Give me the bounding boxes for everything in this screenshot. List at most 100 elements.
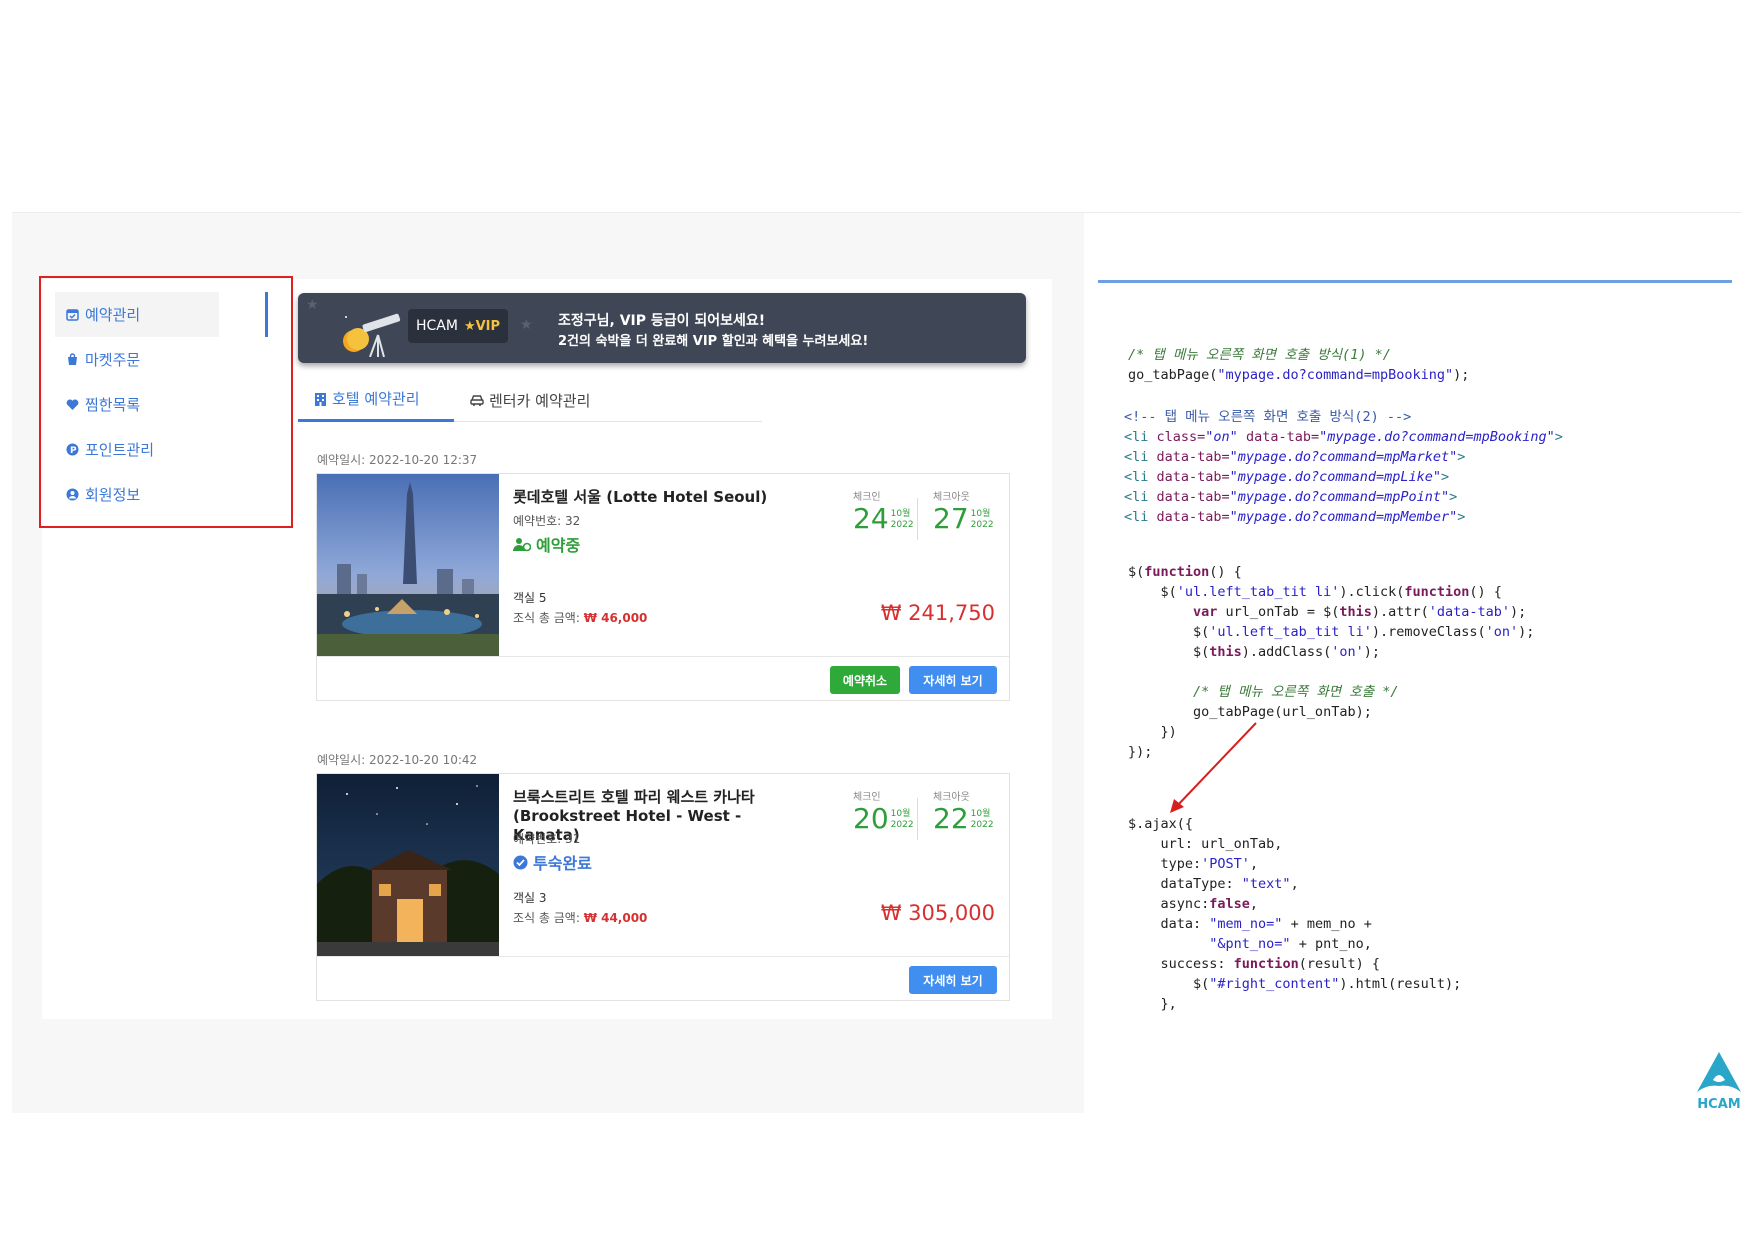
user-check-icon [513, 537, 531, 552]
breakfast-total: 조식 총 금액: ₩ 46,000 [513, 609, 647, 626]
sidebar-item-label: 마켓주문 [85, 351, 141, 369]
sidebar-item-market[interactable]: 마켓주문 [55, 337, 285, 382]
total-price: ₩ 241,750 [880, 601, 995, 625]
room-count: 객실 5 [513, 591, 547, 605]
checkout-month: 10월 [970, 809, 991, 819]
code-punct: ); [1453, 367, 1470, 383]
booking-date: 예약일시: 2022-10-20 12:37 [317, 453, 478, 467]
booking-card: 브룩스트리트 호텔 파리 웨스트 카나타 (Brookstreet Hotel … [316, 773, 1010, 1001]
sidebar-highlight-box: 예약관리 마켓주문 찜한목록 P 포인트관리 회원정보 [39, 276, 293, 528]
checkin-date: 체크인 20 10월 2022 [853, 788, 923, 835]
vip-label: ★VIP [463, 318, 501, 334]
active-indicator [265, 292, 268, 337]
booking-number-value: 31 [565, 832, 581, 846]
mypage-screenshot: 예약관리 마켓주문 찜한목록 P 포인트관리 회원정보 ★ ★ HCAM ★VI… [12, 213, 1084, 1113]
heart-icon [65, 398, 79, 412]
tab-hotel-booking[interactable]: 호텔 예약관리 [298, 378, 454, 422]
shopping-bag-icon [65, 353, 79, 367]
booking-number-label: 예약번호: [513, 514, 566, 528]
code-block-ajax: $.ajax({ url: url_onTab, type:'POST', da… [1128, 816, 1462, 1012]
arrow-icon [1170, 722, 1257, 813]
user-icon [65, 488, 79, 502]
card-divider [317, 656, 1009, 657]
booking-number: 예약번호: 31 [513, 830, 580, 847]
code-block-method-1: /* 탭 메뉴 오른쪽 화면 호출 방식(1) */ go_tabPage("m… [1128, 345, 1469, 385]
star-decoration-icon: ★ [306, 297, 319, 313]
booking-date: 예약일시: 2022-10-20 10:42 [317, 753, 478, 767]
checkin-date: 체크인 24 10월 2022 [853, 488, 923, 535]
sidebar-item-label: 포인트관리 [85, 441, 155, 459]
breakfast-amount: ₩ 44,000 [583, 911, 648, 925]
breakfast-total: 조식 총 금액: ₩ 44,000 [513, 909, 647, 926]
breakfast-label: 조식 총 금액: [513, 911, 584, 925]
booking-number: 예약번호: 32 [513, 512, 580, 529]
hotel-photo-lotte[interactable] [317, 474, 499, 656]
breakfast-amount: ₩ 46,000 [583, 611, 648, 625]
star-decoration-icon: ★ [520, 317, 533, 333]
code-comment: /* 탭 메뉴 오른쪽 화면 호출 방식(1) */ [1128, 347, 1391, 363]
status-label: 투숙완료 [533, 854, 592, 873]
sidebar-item-label: 찜한목록 [85, 396, 141, 414]
code-comment: /* 탭 메뉴 오른쪽 화면 호출 */ [1193, 684, 1399, 700]
code-function: go_tabPage( [1128, 367, 1218, 383]
sidebar-menu: 예약관리 마켓주문 찜한목록 P 포인트관리 회원정보 [55, 292, 285, 517]
card-divider [317, 956, 1009, 957]
sidebar-item-member[interactable]: 회원정보 [55, 472, 285, 517]
checkin-month: 10월 [890, 809, 911, 819]
checkout-day: 22 [933, 802, 969, 835]
vip-banner[interactable]: ★ ★ HCAM ★VIP 조정구님, VIP 등급이 되어보세요! 2건의 숙… [298, 293, 1026, 363]
checkout-year: 2022 [970, 520, 994, 530]
sidebar-item-wishlist[interactable]: 찜한목록 [55, 382, 285, 427]
tab-label: 렌터카 예약관리 [489, 391, 591, 410]
status-badge: 투숙완료 [513, 850, 592, 874]
booking-number-value: 32 [565, 514, 581, 528]
stay-dates: 체크인 20 10월 2022 체크아웃 22 10월 2022 [853, 788, 1003, 840]
hcam-logo: HCAM [1693, 1050, 1745, 1112]
sidebar-item-label: 예약관리 [85, 306, 141, 324]
checkout-date: 체크아웃 22 10월 2022 [933, 788, 1003, 835]
check-circle-icon [513, 855, 528, 870]
banner-headline: 조정구님, VIP 등급이 되어보세요! [558, 313, 766, 329]
date-separator [917, 798, 918, 840]
status-badge: 예약중 [513, 532, 580, 556]
telescope-icon [338, 313, 408, 358]
tab-label: 호텔 예약관리 [332, 390, 420, 408]
code-comment: <!-- 탭 메뉴 오른쪽 화면 호출 방식(2) --> [1124, 409, 1412, 425]
checkin-day: 24 [853, 502, 889, 535]
status-label: 예약중 [536, 536, 581, 555]
view-details-button[interactable]: 자세히 보기 [909, 966, 997, 994]
stay-dates: 체크인 24 10월 2022 체크아웃 27 10월 2022 [853, 488, 1003, 540]
checkin-day: 20 [853, 802, 889, 835]
checkout-day: 27 [933, 502, 969, 535]
hotel-photo-brookstreet[interactable] [317, 774, 499, 956]
slide: 예약관리 마켓주문 찜한목록 P 포인트관리 회원정보 ★ ★ HCAM ★VI… [0, 0, 1753, 1240]
booking-number-label: 예약번호: [513, 832, 566, 846]
booking-card: 롯데호텔 서울 (Lotte Hotel Seoul) 예약번호: 32 예약중… [316, 473, 1010, 701]
checkout-label: 체크아웃 [933, 792, 970, 803]
cancel-booking-button[interactable]: 예약취소 [830, 666, 900, 694]
sidebar-item-points[interactable]: P 포인트관리 [55, 427, 285, 472]
code-string: "mypage.do?command=mpBooking" [1217, 367, 1454, 383]
checkin-year: 2022 [890, 520, 914, 530]
svg-text:P: P [70, 446, 77, 456]
accent-divider [1098, 280, 1732, 283]
date-separator [917, 498, 918, 540]
brand-label: HCAM [415, 318, 458, 334]
checkin-label: 체크인 [853, 492, 881, 503]
tab-car-booking[interactable]: 렌터카 예약관리 [454, 378, 606, 422]
hotel-name[interactable]: 롯데호텔 서울 (Lotte Hotel Seoul) [513, 488, 803, 507]
checkout-month: 10월 [970, 509, 991, 519]
sidebar-item-reservation[interactable]: 예약관리 [55, 292, 268, 337]
checkout-label: 체크아웃 [933, 492, 970, 503]
calendar-icon [65, 308, 79, 322]
code-block-method-2: <!-- 탭 메뉴 오른쪽 화면 호출 방식(2) --> <li class=… [1124, 409, 1563, 525]
checkin-month: 10월 [890, 509, 911, 519]
checkout-year: 2022 [970, 820, 994, 830]
view-details-button[interactable]: 자세히 보기 [909, 666, 997, 694]
checkin-year: 2022 [890, 820, 914, 830]
logo-text: HCAM [1697, 1097, 1740, 1112]
total-price: ₩ 305,000 [880, 901, 995, 925]
breakfast-label: 조식 총 금액: [513, 611, 584, 625]
checkout-date: 체크아웃 27 10월 2022 [933, 488, 1003, 535]
checkin-label: 체크인 [853, 792, 881, 803]
